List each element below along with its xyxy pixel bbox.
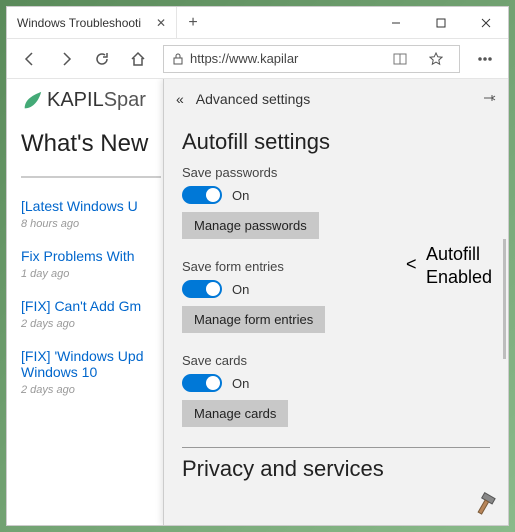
setting-label: Save cards (182, 353, 490, 368)
hammer-icon (473, 490, 503, 520)
news-link[interactable]: [FIX] Can't Add Gm (21, 298, 153, 314)
panel-title: Advanced settings (196, 91, 310, 107)
webpage: KAPILSpar What's New [Latest Windows U 8… (7, 79, 167, 525)
news-link[interactable]: Windows 10 (21, 364, 153, 380)
reading-view-icon[interactable] (385, 52, 415, 66)
site-logo: KAPILSpar (21, 89, 153, 112)
annotation: < Autofill Enabled (426, 243, 492, 290)
lock-icon (172, 53, 184, 65)
list-item: [FIX] 'Windows Upd Windows 10 2 days ago (21, 348, 153, 396)
favorite-icon[interactable] (421, 52, 451, 66)
news-link[interactable]: [FIX] 'Windows Upd (21, 348, 153, 364)
news-link[interactable]: [Latest Windows U (21, 198, 153, 214)
leaf-icon (21, 90, 43, 112)
toggle-state: On (232, 376, 249, 391)
section-heading: Privacy and services (182, 456, 490, 482)
forward-button[interactable] (49, 42, 83, 76)
setting-label: Save passwords (182, 165, 490, 180)
toggle-state: On (232, 282, 249, 297)
arrow-icon: < (406, 253, 417, 276)
news-link[interactable]: Fix Problems With (21, 248, 153, 264)
toolbar: https://www.kapilar (7, 39, 508, 79)
browser-window: Windows Troubleshooti ✕ + https://www.ka… (6, 6, 509, 526)
logo-light: Spar (104, 89, 146, 111)
section-heading: Autofill settings (182, 129, 490, 155)
panel-body: Autofill settings Save passwords On Mana… (164, 119, 508, 525)
page-heading: What's New (21, 130, 153, 158)
back-button[interactable] (13, 42, 47, 76)
divider (182, 447, 490, 448)
minimize-button[interactable] (373, 7, 418, 38)
heading-underline (21, 176, 161, 178)
content-area: KAPILSpar What's New [Latest Windows U 8… (7, 79, 508, 525)
logo-bold: KAPIL (47, 89, 104, 111)
url-text: https://www.kapilar (190, 51, 379, 66)
setting-save-cards: Save cards On Manage cards (182, 353, 490, 439)
close-tab-icon[interactable]: ✕ (156, 16, 166, 30)
tab-title: Windows Troubleshooti (17, 16, 141, 30)
news-time: 1 day ago (21, 268, 153, 280)
news-time: 2 days ago (21, 384, 153, 396)
list-item: Fix Problems With 1 day ago (21, 248, 153, 280)
manage-passwords-button[interactable]: Manage passwords (182, 212, 319, 239)
manage-cards-button[interactable]: Manage cards (182, 400, 288, 427)
home-button[interactable] (121, 42, 155, 76)
close-window-button[interactable] (463, 7, 508, 38)
titlebar: Windows Troubleshooti ✕ + (7, 7, 508, 39)
toggle-save-form[interactable] (182, 280, 222, 298)
list-item: [Latest Windows U 8 hours ago (21, 198, 153, 230)
setting-save-passwords: Save passwords On Manage passwords (182, 165, 490, 251)
browser-tab[interactable]: Windows Troubleshooti ✕ (7, 7, 177, 38)
toggle-save-cards[interactable] (182, 374, 222, 392)
news-time: 2 days ago (21, 318, 153, 330)
annotation-line: Autofill (426, 243, 492, 266)
scrollbar[interactable] (503, 239, 506, 359)
pin-icon[interactable] (482, 91, 496, 108)
new-tab-button[interactable]: + (177, 7, 209, 38)
panel-header: « Advanced settings (164, 79, 508, 119)
annotation-line: Enabled (426, 266, 492, 289)
maximize-button[interactable] (418, 7, 463, 38)
refresh-button[interactable] (85, 42, 119, 76)
address-bar[interactable]: https://www.kapilar (163, 45, 460, 73)
back-chevron-icon[interactable]: « (176, 91, 184, 107)
toggle-save-passwords[interactable] (182, 186, 222, 204)
list-item: [FIX] Can't Add Gm 2 days ago (21, 298, 153, 330)
more-button[interactable] (468, 42, 502, 76)
manage-form-entries-button[interactable]: Manage form entries (182, 306, 325, 333)
settings-panel: « Advanced settings Autofill settings Sa… (163, 79, 508, 525)
toggle-state: On (232, 188, 249, 203)
news-time: 8 hours ago (21, 218, 153, 230)
